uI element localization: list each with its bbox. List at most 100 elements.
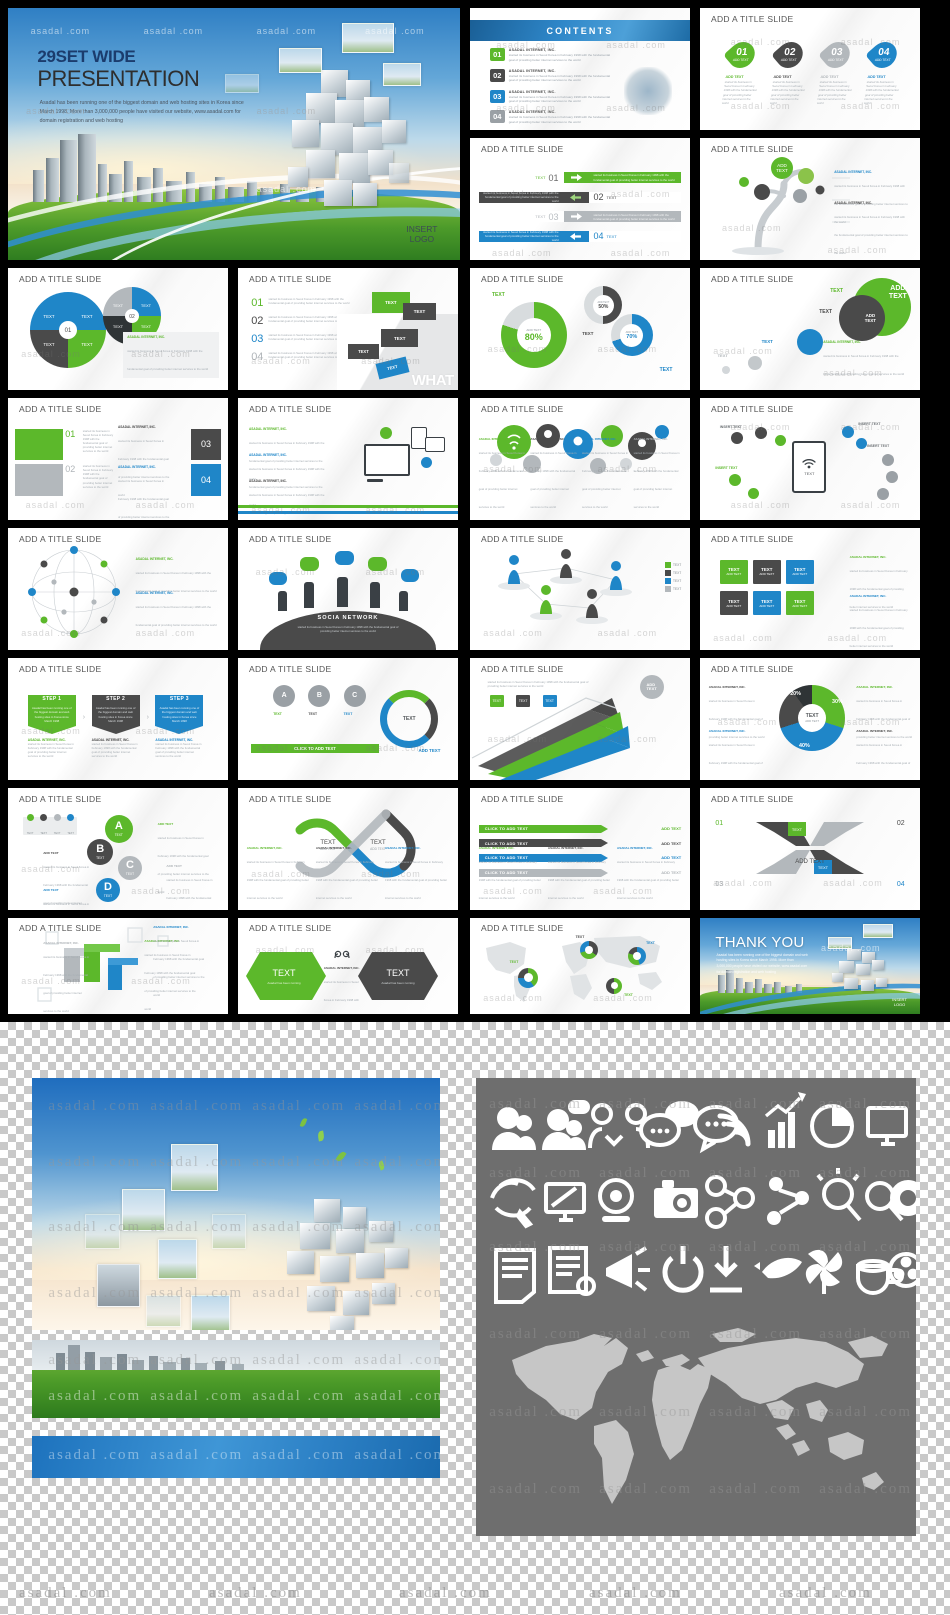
slide-abc-circles-ring[interactable]: ADD A TITLE SLIDE A B C TEXT TEXT TEXT T… — [238, 658, 458, 780]
donut-chart-tertiary[interactable]: ADD TEXT 70% — [610, 314, 653, 357]
cover-title-line1: 29SET WIDE — [37, 47, 136, 67]
slide-social-network[interactable]: ADD A TITLE SLIDE SOCIA NETWORK started … — [238, 528, 458, 650]
slide-growth-arrows[interactable]: ADD A TITLE SLIDE ADD TEXT TEXT TEXT TEXT… — [470, 658, 690, 780]
arrow-row[interactable]: TEXT 03 started its business in Seoul Ko… — [478, 211, 682, 223]
quad-box-green[interactable]: TEXT ADD TEXT — [785, 591, 814, 616]
arrow-row[interactable]: started its business in Seoul Korea in F… — [478, 191, 682, 203]
insert-logo-placeholder[interactable]: INSERT LOGO — [406, 224, 437, 245]
contents-item[interactable]: 01 ASADAL INTERNET, INC. started its bus… — [489, 48, 611, 62]
thumbnail-photo — [211, 1214, 247, 1249]
insert-logo-placeholder[interactable]: INSERT LOGO — [892, 997, 907, 1007]
teardrop-item[interactable]: 01 ADD TEXT ADD TEXT started its business… — [722, 36, 765, 105]
quad-box-blue[interactable]: TEXT ADD TEXT — [752, 591, 781, 616]
slide-numbered-what[interactable]: ADD A TITLE SLIDE 01 started its busines… — [238, 268, 458, 390]
step-banner[interactable]: STEP 2 Asadal has been running one of th… — [91, 694, 140, 759]
ring-chart[interactable]: TEXT — [380, 689, 439, 748]
circle-dark[interactable] — [838, 294, 885, 341]
slide-donut-charts[interactable]: ADD A TITLE SLIDE ADD TEXT 80% TEXT ADD … — [470, 268, 690, 390]
node-icon[interactable] — [730, 432, 743, 445]
node-icon[interactable] — [774, 434, 786, 446]
slide-ribbons[interactable]: ADD A TITLE SLIDE CLICK TO ADD TEXT ADD … — [470, 788, 690, 910]
node-icon[interactable] — [728, 473, 741, 486]
pie-chart[interactable]: TEXT ADD TEXT — [779, 684, 846, 751]
slide-people-network[interactable]: ADD A TITLE SLIDE TEXT TEXT TEXT TEXT as… — [470, 528, 690, 650]
node-icon[interactable] — [842, 426, 854, 439]
step-banner[interactable]: STEP 3 Asadal has been running one of th… — [155, 694, 204, 759]
ribbon-row[interactable]: CLICK TO ADD TEXT ADD TEXT — [478, 824, 681, 833]
what-watermark: WHAT — [411, 371, 454, 389]
slide-teardrop-numbers[interactable]: ADD A TITLE SLIDE 01 ADD TEXT ADD TEXT st… — [700, 8, 920, 130]
donut-chart-primary[interactable]: ADD TEXT 80% — [500, 302, 567, 369]
contents-item-desc: started its business in Seoul Korea in F… — [508, 115, 611, 124]
arrow-row[interactable]: started its business in Seoul Korea in F… — [478, 230, 682, 242]
block-gray[interactable] — [14, 463, 63, 496]
mini-icon-green[interactable]: TEXT — [489, 694, 504, 707]
slide-overlapping-circles[interactable]: ADD A TITLE SLIDE ADD TEXT ADD TEXT TEXT T… — [700, 268, 920, 390]
letter-circle-a[interactable]: A TEXT — [104, 814, 133, 843]
split-number-box[interactable]: 03 — [190, 428, 222, 461]
quad-box-green[interactable]: TEXT ADD TEXT — [719, 559, 748, 584]
letter-circle-c[interactable]: C — [343, 684, 366, 707]
step-banner[interactable]: STEP 1 Asadal has been running one of th… — [27, 694, 76, 759]
slide-infinity[interactable]: ADD A TITLE SLIDE TEXT ADD TEXT TEXT ADD… — [238, 788, 458, 910]
quad-box-blue[interactable]: TEXT ADD TEXT — [785, 559, 814, 584]
pie-value-label: 30% — [832, 699, 843, 706]
cta-bar[interactable]: CLICK TO ADD TEXT — [251, 744, 379, 754]
zigzag-block[interactable]: TEXT — [403, 303, 436, 321]
cover-artwork-asset[interactable]: asadal .com asadal .com asadal .com asad… — [32, 1078, 440, 1330]
slide-pie-chart[interactable]: ADD A TITLE SLIDE TEXT ADD TEXT 30% 40% … — [700, 658, 920, 780]
phone-icon[interactable]: TEXT — [792, 440, 827, 493]
numbered-item[interactable]: 01 started its business in Seoul Korea i… — [251, 297, 352, 309]
icon-sheet-asset[interactable]: asadal .com asadal .com asadal .com asad… — [476, 1078, 916, 1308]
slide-thank-you[interactable]: THANK YOU Asadal has been running one of… — [700, 918, 920, 1014]
slide-steps[interactable]: ADD A TITLE SLIDE STEP 1 Asadal has been… — [8, 658, 228, 780]
letter-circle-a[interactable]: A — [273, 684, 296, 707]
split-note-title: ASADAL INTERNET, INC. — [118, 465, 156, 470]
mini-icon-blue[interactable]: TEXT — [542, 694, 557, 707]
world-map-asset[interactable]: asadal .com asadal .com asadal .com asad… — [476, 1308, 916, 1536]
slide-mobile-hub[interactable]: ADD A TITLE SLIDE TEXT INSERT TEXT INSER… — [700, 398, 920, 520]
slide-split-numbers[interactable]: ADD A TITLE SLIDE 01 02 started its busi… — [8, 398, 228, 520]
teardrop-item[interactable]: 02 ADD TEXT ADD TEXT started its business… — [769, 36, 812, 105]
contents-item[interactable]: 04 ASADAL INTERNET, INC. started its bus… — [489, 110, 611, 124]
bubble-note-desc: started its business in Seoul Korea in F… — [633, 450, 680, 509]
slide-world-map-pies[interactable]: ADD A TITLE SLIDE TEXT TEXT TEXT TEXT as… — [470, 918, 690, 1014]
slide-title: ADD A TITLE SLIDE — [19, 664, 102, 675]
contents-item[interactable]: 02 ASADAL INTERNET, INC. started its bus… — [489, 69, 611, 83]
teardrop-sub: ADD TEXT — [780, 58, 797, 63]
grass-strip-asset[interactable]: asadal .com asadal .com asadal .com asad… — [32, 1340, 440, 1418]
contents-item[interactable]: 03 ASADAL INTERNET, INC. started its bus… — [489, 89, 611, 104]
slide-bubble-network[interactable]: ADD A TITLE SLIDE ASADAL INTERNET, INC. s… — [470, 398, 690, 520]
mini-icon-dark[interactable]: TEXT — [516, 694, 531, 707]
slide-quad-text[interactable]: ADD A TITLE SLIDE TEXT ADD TEXT TEXT ADD T… — [700, 528, 920, 650]
slide-gears[interactable]: ADD A TITLE SLIDE 01 TEXT TEXT TEXT TEXT — [8, 268, 228, 390]
slide-two-arrows[interactable]: ADD A TITLE SLIDE TEXT TEXT Asadal has b… — [238, 918, 458, 1014]
slide-contents[interactable]: CONTENTS 01 ASADAL INTERNET, INC. starte… — [470, 8, 690, 130]
slide-title: ADD A TITLE SLIDE — [481, 144, 564, 155]
slide-x-shape[interactable]: ADD A TITLE SLIDE TEXT TEXT 01 02 03 04 … — [700, 788, 920, 910]
blue-ribbon-bar-asset[interactable]: asadal .com asadal .com asadal .com asad… — [32, 1436, 440, 1478]
zigzag-block[interactable]: TEXT — [348, 343, 379, 360]
map-donut[interactable] — [606, 977, 623, 994]
slide-3d-frames[interactable]: ADD A TITLE SLIDE ASADAL INTERNET, INC. s… — [8, 918, 228, 1014]
svg-text:01: 01 — [65, 328, 72, 334]
node-icon[interactable] — [881, 454, 894, 467]
quad-box-dark[interactable]: TEXT ADD TEXT — [752, 559, 781, 584]
split-number-box[interactable]: 04 — [190, 463, 222, 496]
quad-box-dark[interactable]: TEXT ADD TEXT — [719, 591, 748, 616]
block-green[interactable] — [14, 428, 63, 461]
slide-cover[interactable]: 29SET WIDE PRESENTATION Asadal has been … — [8, 8, 460, 260]
slide-devices[interactable]: ADD A TITLE SLIDE ASADAL INTERNET, INC. … — [238, 398, 458, 520]
circle-gray-small[interactable] — [722, 365, 730, 374]
slide-abcd-chain[interactable]: ADD A TITLE SLIDE TEXT TEXT TEXT TEXT AT… — [8, 788, 228, 910]
slide-arrow-rows[interactable]: ADD A TITLE SLIDE TEXT 01 started its bu… — [470, 138, 690, 260]
slide-tree-diagram[interactable]: ADD A TITLE SLIDE ADD TEXT ASADAL INTERN… — [700, 138, 920, 260]
infinity-note-desc: started its business in Seoul Korea in F… — [385, 859, 448, 900]
zigzag-block[interactable]: TEXT — [381, 329, 419, 348]
arrow-row[interactable]: TEXT 01 started its business in Seoul Ko… — [478, 172, 682, 184]
teardrop-item[interactable]: 04 ADD TEXT ADD TEXT started its business… — [864, 36, 907, 105]
slide-sphere-network[interactable]: ADD A TITLE SLIDE ASADAL INTERNET, INC. … — [8, 528, 228, 650]
teardrop-item[interactable]: 03 ADD TEXT ADD TEXT started its business… — [817, 36, 860, 105]
map-donut[interactable] — [580, 941, 598, 960]
speech-bubble-green — [367, 557, 387, 572]
